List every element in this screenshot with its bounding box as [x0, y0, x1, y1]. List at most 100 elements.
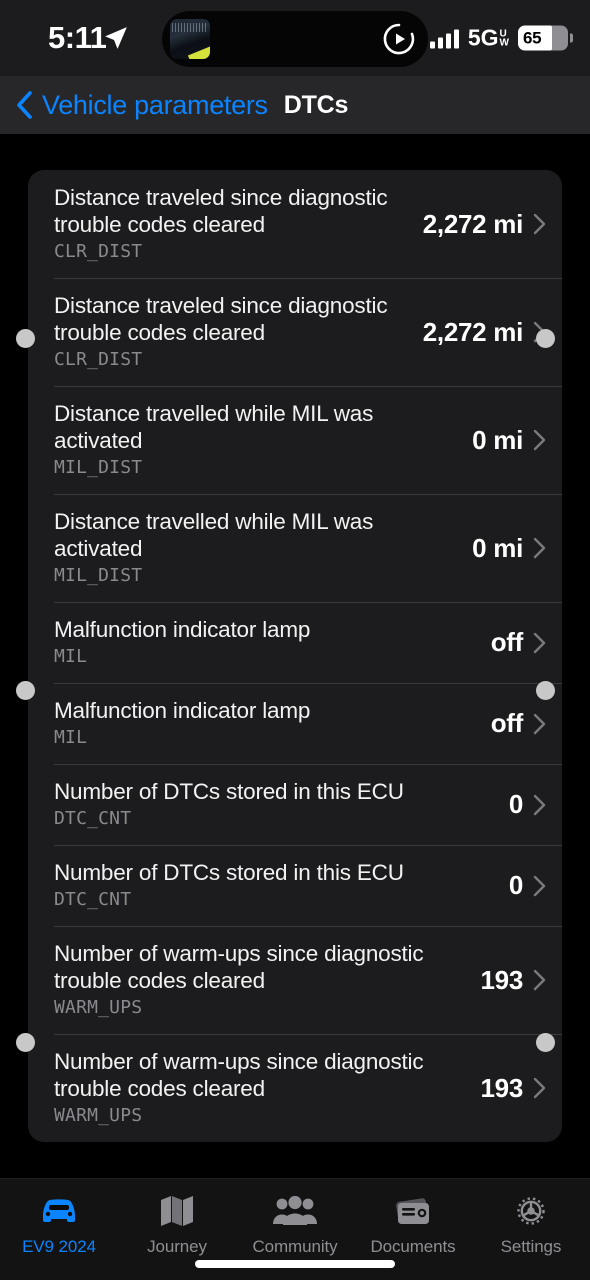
back-button[interactable]: Vehicle parameters [14, 90, 268, 121]
chevron-right-icon[interactable] [533, 1077, 546, 1099]
row-value: 0 [508, 789, 523, 819]
chevron-right-icon[interactable] [533, 794, 546, 816]
table-row[interactable]: Malfunction indicator lamp MIL off [28, 602, 562, 683]
phone-screen: 5:11 5G U W 65 Vehicle parameters DTCs D… [0, 0, 590, 1280]
table-row[interactable]: Distance traveled since diagnostic troub… [28, 278, 562, 386]
tab-label: Journey [147, 1237, 207, 1256]
row-parameter-code: MIL_DIST [54, 565, 143, 586]
chevron-right-icon[interactable] [533, 713, 546, 735]
row-value: 193 [480, 964, 524, 995]
tab-settings[interactable]: Settings [472, 1191, 590, 1257]
tab-community[interactable]: Community [236, 1191, 354, 1257]
chevron-left-icon [14, 90, 34, 120]
row-title: Number of DTCs stored in this ECU [54, 779, 404, 804]
home-indicator [195, 1260, 395, 1268]
row-text-group: Malfunction indicator lamp MIL [54, 697, 491, 750]
map-icon [159, 1191, 195, 1231]
row-parameter-code: CLR_DIST [54, 349, 143, 370]
cellular-signal-icon [429, 28, 459, 48]
row-parameter-code: MIL_DIST [54, 457, 143, 478]
row-value-group: 193 [481, 965, 546, 996]
tab-label: Documents [370, 1237, 456, 1256]
row-parameter-code: WARM_UPS [54, 997, 143, 1018]
network-type-label: 5G U W [468, 25, 509, 52]
status-bar-right: 5G U W 65 [429, 25, 573, 52]
people-icon [272, 1191, 318, 1231]
row-title: Number of warm-ups since diagnostic trou… [54, 1049, 424, 1101]
row-value: 193 [480, 1072, 524, 1103]
row-text-group: Distance traveled since diagnostic troub… [54, 292, 423, 372]
row-text-group: Distance travelled while MIL was activat… [54, 508, 472, 588]
row-value: off [490, 627, 524, 657]
chevron-right-icon[interactable] [533, 213, 546, 235]
network-type-text: 5G [467, 24, 499, 51]
dynamic-island[interactable] [162, 11, 428, 67]
row-text-group: Number of warm-ups since diagnostic trou… [54, 940, 481, 1020]
row-text-group: Number of warm-ups since diagnostic trou… [54, 1048, 481, 1128]
table-row[interactable]: Distance traveled since diagnostic troub… [28, 170, 562, 278]
table-row[interactable]: Number of DTCs stored in this ECU DTC_CNT… [28, 845, 562, 926]
row-value-group: 0 mi [472, 425, 546, 456]
row-value: 0 [508, 870, 523, 900]
status-bar-time: 5:11 [48, 20, 107, 55]
row-title: Malfunction indicator lamp [54, 617, 311, 642]
play-circle-icon[interactable] [382, 22, 416, 56]
battery-indicator: 65 [518, 25, 573, 51]
tab-label: Settings [500, 1237, 562, 1256]
dtc-parameter-list: Distance traveled since diagnostic troub… [28, 170, 562, 1142]
row-text-group: Number of DTCs stored in this ECU DTC_CNT [54, 778, 509, 831]
table-row[interactable]: Distance travelled while MIL was activat… [28, 494, 562, 602]
row-value-group: 0 [509, 870, 546, 901]
tab-bar-container: EV9 2024 Journey Community Documents Setting… [0, 1178, 590, 1280]
row-value: 0 mi [472, 424, 523, 455]
battery-percent-label: 65 [523, 28, 542, 47]
row-title: Distance traveled since diagnostic troub… [54, 185, 388, 237]
row-title: Distance traveled since diagnostic troub… [54, 293, 388, 345]
row-title: Number of warm-ups since diagnostic trou… [54, 941, 424, 993]
gear-icon [513, 1191, 549, 1231]
row-value: off [490, 708, 524, 738]
tab-ev9-2024[interactable]: EV9 2024 [0, 1191, 118, 1257]
car-icon [37, 1191, 81, 1231]
row-parameter-code: CLR_DIST [54, 241, 143, 262]
chevron-right-icon[interactable] [533, 875, 546, 897]
row-parameter-code: DTC_CNT [54, 889, 132, 910]
tab-documents[interactable]: Documents [354, 1191, 472, 1257]
row-title: Number of DTCs stored in this ECU [54, 860, 404, 885]
table-row[interactable]: Number of warm-ups since diagnostic trou… [28, 1034, 562, 1142]
row-parameter-code: MIL [54, 727, 88, 748]
page-title: DTCs [283, 90, 349, 119]
row-value-group: 0 [509, 789, 546, 820]
tab-journey[interactable]: Journey [118, 1191, 236, 1257]
network-sub-bottom: W [499, 37, 509, 48]
chevron-right-icon[interactable] [533, 537, 546, 559]
table-row[interactable]: Malfunction indicator lamp MIL off [28, 683, 562, 764]
navigation-bar: Vehicle parameters DTCs [0, 76, 590, 134]
chevron-right-icon[interactable] [533, 321, 546, 343]
table-row[interactable]: Number of warm-ups since diagnostic trou… [28, 926, 562, 1034]
documents-icon [393, 1191, 433, 1231]
table-row[interactable]: Number of DTCs stored in this ECU DTC_CNT… [28, 764, 562, 845]
row-value-group: 2,272 mi [423, 317, 546, 348]
row-parameter-code: DTC_CNT [54, 808, 132, 829]
row-text-group: Number of DTCs stored in this ECU DTC_CNT [54, 859, 509, 912]
chevron-right-icon[interactable] [533, 429, 546, 451]
row-value-group: 193 [481, 1073, 546, 1104]
row-parameter-code: WARM_UPS [54, 1105, 143, 1126]
back-button-label: Vehicle parameters [42, 89, 268, 120]
row-value: 0 mi [472, 532, 523, 563]
tab-label: Community [252, 1237, 338, 1256]
location-arrow-icon [103, 25, 129, 51]
chevron-right-icon[interactable] [533, 969, 546, 991]
row-text-group: Distance travelled while MIL was activat… [54, 400, 472, 480]
table-row[interactable]: Distance travelled while MIL was activat… [28, 386, 562, 494]
row-value-group: 2,272 mi [423, 209, 546, 240]
row-title: Distance travelled while MIL was activat… [54, 401, 374, 453]
row-text-group: Malfunction indicator lamp MIL [54, 616, 491, 669]
row-parameter-code: MIL [54, 646, 88, 667]
chevron-right-icon[interactable] [533, 632, 546, 654]
row-value: 2,272 mi [422, 208, 524, 239]
album-art-thumbnail [170, 19, 210, 59]
status-bar: 5:11 5G U W 65 [0, 0, 590, 76]
row-text-group: Distance traveled since diagnostic troub… [54, 184, 423, 264]
